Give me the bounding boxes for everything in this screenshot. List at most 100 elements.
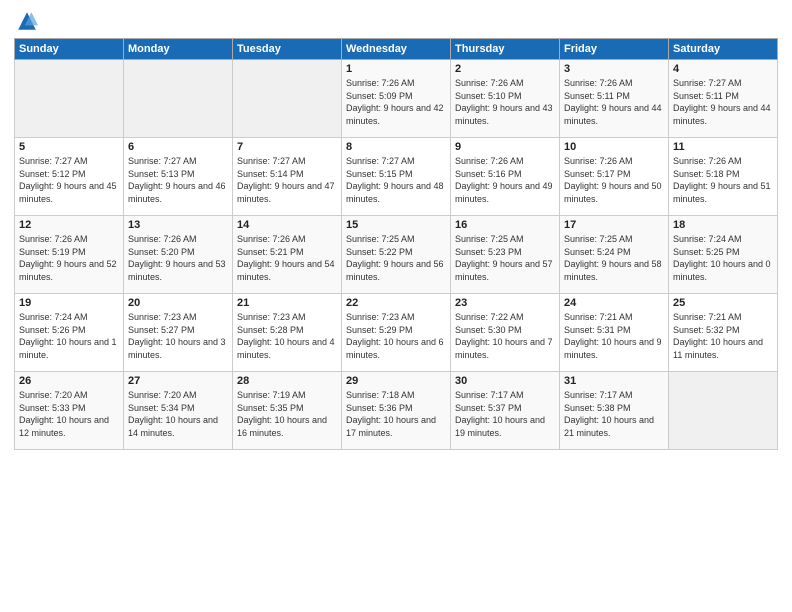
day-number: 2: [455, 63, 555, 75]
day-number: 10: [564, 141, 664, 153]
day-number: 22: [346, 297, 446, 309]
day-number: 18: [673, 219, 773, 231]
day-header-monday: Monday: [124, 39, 233, 60]
day-info: Sunrise: 7:19 AMSunset: 5:35 PMDaylight:…: [237, 389, 337, 439]
calendar-cell: 7 Sunrise: 7:27 AMSunset: 5:14 PMDaylight…: [233, 138, 342, 216]
calendar-cell: 27 Sunrise: 7:20 AMSunset: 5:34 PMDayligh…: [124, 372, 233, 450]
calendar-cell: 26Sunrise: 7:20 AMSunset: 5:33 PMDayligh…: [15, 372, 124, 450]
calendar-cell: 18 Sunrise: 7:24 AMSunset: 5:25 PMDayligh…: [669, 216, 778, 294]
day-header-sunday: Sunday: [15, 39, 124, 60]
day-info: Sunrise: 7:22 AMSunset: 5:30 PMDaylight:…: [455, 311, 555, 361]
calendar-cell: 28 Sunrise: 7:19 AMSunset: 5:35 PMDayligh…: [233, 372, 342, 450]
calendar-cell: 16 Sunrise: 7:25 AMSunset: 5:23 PMDayligh…: [451, 216, 560, 294]
day-info: Sunrise: 7:26 AMSunset: 5:19 PMDaylight:…: [19, 233, 119, 283]
day-number: 11: [673, 141, 773, 153]
week-row-2: 5 Sunrise: 7:27 AMSunset: 5:12 PMDaylight…: [15, 138, 778, 216]
day-number: 13: [128, 219, 228, 231]
day-info: Sunrise: 7:27 AMSunset: 5:15 PMDaylight:…: [346, 155, 446, 205]
day-number: 14: [237, 219, 337, 231]
calendar-cell: [15, 60, 124, 138]
week-row-3: 12 Sunrise: 7:26 AMSunset: 5:19 PMDayligh…: [15, 216, 778, 294]
calendar-cell: 4 Sunrise: 7:27 AMSunset: 5:11 PMDaylight…: [669, 60, 778, 138]
calendar-cell: 2 Sunrise: 7:26 AMSunset: 5:10 PMDaylight…: [451, 60, 560, 138]
calendar-table: SundayMondayTuesdayWednesdayThursdayFrid…: [14, 38, 778, 450]
logo-icon: [16, 10, 38, 32]
calendar-cell: 8 Sunrise: 7:27 AMSunset: 5:15 PMDaylight…: [342, 138, 451, 216]
calendar-cell: 24Sunrise: 7:21 AMSunset: 5:31 PMDayligh…: [560, 294, 669, 372]
day-number: 27: [128, 375, 228, 387]
day-info: Sunrise: 7:27 AMSunset: 5:12 PMDaylight:…: [19, 155, 119, 205]
calendar-cell: 23Sunrise: 7:22 AMSunset: 5:30 PMDayligh…: [451, 294, 560, 372]
calendar-cell: 29Sunrise: 7:18 AMSunset: 5:36 PMDayligh…: [342, 372, 451, 450]
day-number: 20: [128, 297, 228, 309]
calendar-cell: 12 Sunrise: 7:26 AMSunset: 5:19 PMDayligh…: [15, 216, 124, 294]
day-number: 26: [19, 375, 119, 387]
calendar-cell: 22Sunrise: 7:23 AMSunset: 5:29 PMDayligh…: [342, 294, 451, 372]
calendar-cell: 6Sunrise: 7:27 AMSunset: 5:13 PMDaylight…: [124, 138, 233, 216]
calendar-cell: 15 Sunrise: 7:25 AMSunset: 5:22 PMDayligh…: [342, 216, 451, 294]
week-row-1: 1Sunrise: 7:26 AMSunset: 5:09 PMDaylight…: [15, 60, 778, 138]
day-info: Sunrise: 7:26 AMSunset: 5:10 PMDaylight:…: [455, 77, 555, 127]
day-number: 1: [346, 63, 446, 75]
day-number: 31: [564, 375, 664, 387]
day-info: Sunrise: 7:26 AMSunset: 5:17 PMDaylight:…: [564, 155, 664, 205]
calendar-container: SundayMondayTuesdayWednesdayThursdayFrid…: [0, 0, 792, 612]
day-header-saturday: Saturday: [669, 39, 778, 60]
day-number: 21: [237, 297, 337, 309]
day-header-tuesday: Tuesday: [233, 39, 342, 60]
day-info: Sunrise: 7:27 AMSunset: 5:14 PMDaylight:…: [237, 155, 337, 205]
day-number: 16: [455, 219, 555, 231]
day-info: Sunrise: 7:27 AMSunset: 5:11 PMDaylight:…: [673, 77, 773, 127]
day-number: 8: [346, 141, 446, 153]
day-info: Sunrise: 7:25 AMSunset: 5:22 PMDaylight:…: [346, 233, 446, 283]
day-info: Sunrise: 7:26 AMSunset: 5:20 PMDaylight:…: [128, 233, 228, 283]
calendar-cell: 30 Sunrise: 7:17 AMSunset: 5:37 PMDayligh…: [451, 372, 560, 450]
calendar-cell: [124, 60, 233, 138]
day-number: 5: [19, 141, 119, 153]
days-header-row: SundayMondayTuesdayWednesdayThursdayFrid…: [15, 39, 778, 60]
day-info: Sunrise: 7:20 AMSunset: 5:34 PMDaylight:…: [128, 389, 228, 439]
calendar-cell: 19 Sunrise: 7:24 AMSunset: 5:26 PMDayligh…: [15, 294, 124, 372]
day-number: 28: [237, 375, 337, 387]
day-info: Sunrise: 7:27 AMSunset: 5:13 PMDaylight:…: [128, 155, 228, 205]
calendar-cell: 5 Sunrise: 7:27 AMSunset: 5:12 PMDaylight…: [15, 138, 124, 216]
day-info: Sunrise: 7:17 AMSunset: 5:37 PMDaylight:…: [455, 389, 555, 439]
calendar-cell: [233, 60, 342, 138]
day-info: Sunrise: 7:26 AMSunset: 5:21 PMDaylight:…: [237, 233, 337, 283]
day-number: 25: [673, 297, 773, 309]
week-row-4: 19 Sunrise: 7:24 AMSunset: 5:26 PMDayligh…: [15, 294, 778, 372]
day-number: 4: [673, 63, 773, 75]
calendar-cell: 11 Sunrise: 7:26 AMSunset: 5:18 PMDayligh…: [669, 138, 778, 216]
calendar-cell: 13 Sunrise: 7:26 AMSunset: 5:20 PMDayligh…: [124, 216, 233, 294]
day-info: Sunrise: 7:23 AMSunset: 5:27 PMDaylight:…: [128, 311, 228, 361]
day-number: 30: [455, 375, 555, 387]
calendar-cell: 17Sunrise: 7:25 AMSunset: 5:24 PMDayligh…: [560, 216, 669, 294]
day-number: 9: [455, 141, 555, 153]
calendar-cell: 3 Sunrise: 7:26 AMSunset: 5:11 PMDaylight…: [560, 60, 669, 138]
calendar-cell: 25 Sunrise: 7:21 AMSunset: 5:32 PMDayligh…: [669, 294, 778, 372]
calendar-cell: 31Sunrise: 7:17 AMSunset: 5:38 PMDayligh…: [560, 372, 669, 450]
day-info: Sunrise: 7:21 AMSunset: 5:32 PMDaylight:…: [673, 311, 773, 361]
day-number: 15: [346, 219, 446, 231]
calendar-cell: 20 Sunrise: 7:23 AMSunset: 5:27 PMDayligh…: [124, 294, 233, 372]
day-number: 17: [564, 219, 664, 231]
logo: [14, 10, 42, 32]
calendar-cell: 10 Sunrise: 7:26 AMSunset: 5:17 PMDayligh…: [560, 138, 669, 216]
day-header-friday: Friday: [560, 39, 669, 60]
day-info: Sunrise: 7:26 AMSunset: 5:18 PMDaylight:…: [673, 155, 773, 205]
day-number: 3: [564, 63, 664, 75]
day-number: 24: [564, 297, 664, 309]
week-row-5: 26Sunrise: 7:20 AMSunset: 5:33 PMDayligh…: [15, 372, 778, 450]
day-info: Sunrise: 7:25 AMSunset: 5:23 PMDaylight:…: [455, 233, 555, 283]
day-number: 19: [19, 297, 119, 309]
day-number: 12: [19, 219, 119, 231]
calendar-cell: 14 Sunrise: 7:26 AMSunset: 5:21 PMDayligh…: [233, 216, 342, 294]
day-header-thursday: Thursday: [451, 39, 560, 60]
day-header-wednesday: Wednesday: [342, 39, 451, 60]
calendar-cell: [669, 372, 778, 450]
day-info: Sunrise: 7:26 AMSunset: 5:11 PMDaylight:…: [564, 77, 664, 127]
day-info: Sunrise: 7:24 AMSunset: 5:25 PMDaylight:…: [673, 233, 773, 283]
day-number: 7: [237, 141, 337, 153]
day-info: Sunrise: 7:18 AMSunset: 5:36 PMDaylight:…: [346, 389, 446, 439]
day-info: Sunrise: 7:24 AMSunset: 5:26 PMDaylight:…: [19, 311, 119, 361]
